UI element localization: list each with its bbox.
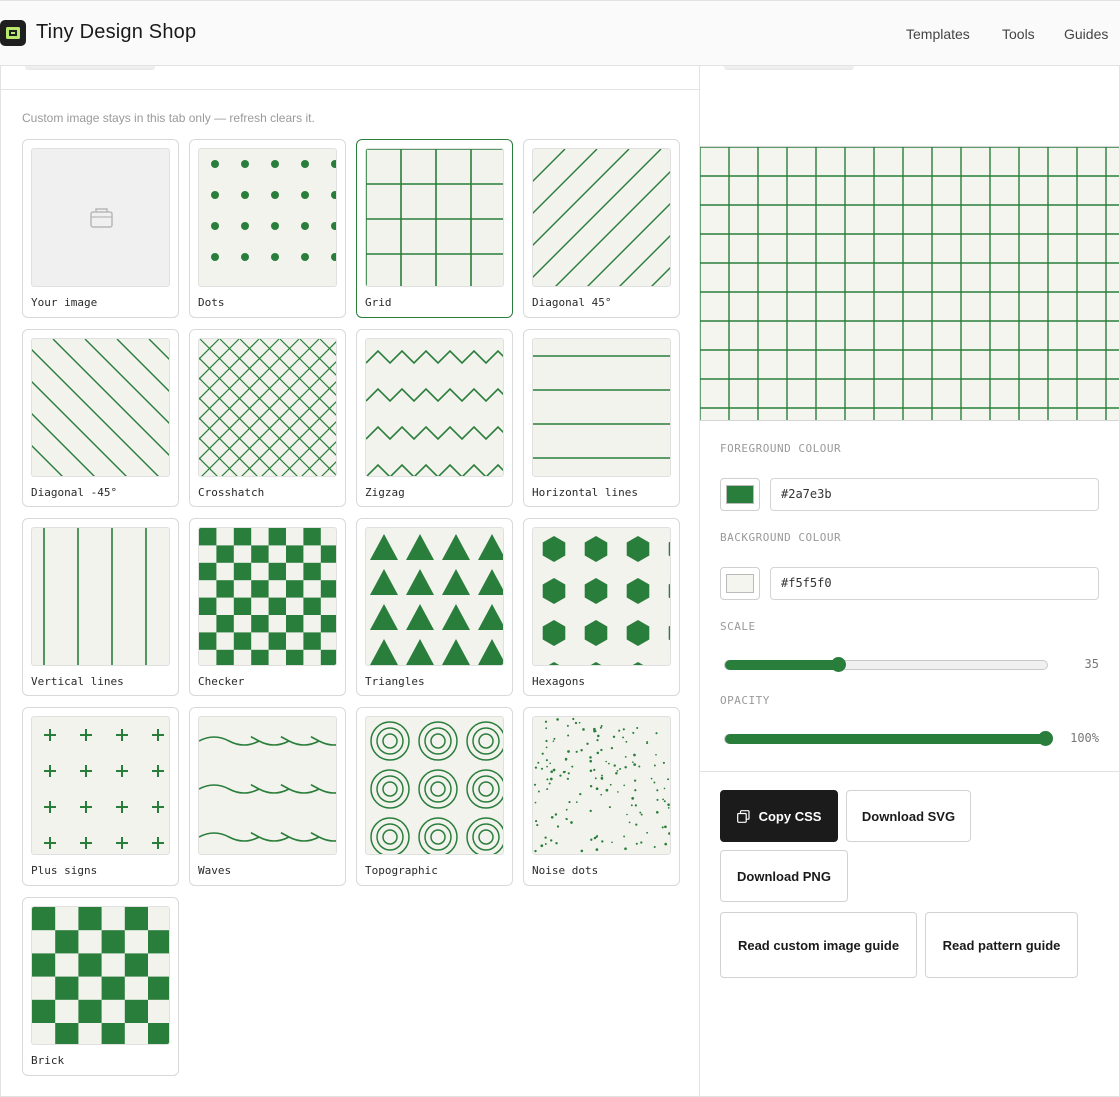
custom-image-guide-link[interactable]: Read custom image guide xyxy=(720,912,917,978)
thumb-crosshatch xyxy=(198,338,337,477)
pattern-tile-brick[interactable]: Brick xyxy=(22,897,179,1076)
download-png-button[interactable]: Download PNG xyxy=(720,850,848,902)
thumb-plus-signs xyxy=(31,716,170,855)
brand-name[interactable]: Tiny Design Shop xyxy=(36,21,196,44)
pattern-tile-diagonal-45[interactable]: Diagonal 45° xyxy=(523,139,680,318)
pattern-tile-topographic[interactable]: Topographic xyxy=(356,707,513,886)
pattern-tile-vertical-lines[interactable]: Vertical lines xyxy=(22,518,179,696)
pattern-tile-hexagons[interactable]: Hexagons xyxy=(523,518,680,696)
pattern-tile-grid[interactable]: Grid xyxy=(356,139,513,318)
download-svg-button[interactable]: Download SVG xyxy=(846,790,971,842)
thumb-your-image xyxy=(31,148,170,287)
thumb-horizontal-lines xyxy=(532,338,671,477)
pattern-label: Brick xyxy=(31,1054,65,1067)
thumb-zigzag xyxy=(365,338,504,477)
scrolled-heading-fragment xyxy=(25,66,155,70)
pattern-label: Vertical lines xyxy=(31,675,124,688)
opacity-label: OPACITY xyxy=(720,694,770,707)
scale-slider-thumb[interactable] xyxy=(831,657,846,672)
pattern-gallery: Custom image stays in this tab only — re… xyxy=(0,66,700,1097)
thumb-diagonal-45 xyxy=(532,148,671,287)
pattern-tile-horizontal-lines[interactable]: Horizontal lines xyxy=(523,329,680,507)
pattern-label: Crosshatch xyxy=(198,486,265,499)
thumb-dots xyxy=(198,148,337,287)
pattern-tile-plus-signs[interactable]: Plus signs xyxy=(22,707,179,886)
background-swatch[interactable] xyxy=(720,567,760,600)
thumb-hexagons xyxy=(532,527,671,666)
nav-guides[interactable]: Guides xyxy=(1064,26,1108,42)
pattern-label: Plus signs xyxy=(31,864,98,877)
top-bar: Tiny Design Shop Templates Tools Guides xyxy=(0,0,1120,66)
pattern-label: Checker xyxy=(198,675,245,688)
pattern-label: Dots xyxy=(198,296,225,309)
thumb-vertical-lines xyxy=(31,527,170,666)
foreground-label: FOREGROUND COLOUR xyxy=(720,442,842,455)
nav-tools[interactable]: Tools xyxy=(1002,26,1035,42)
scrolled-heading-fragment xyxy=(724,66,854,70)
pattern-label: Your image xyxy=(31,296,98,309)
pattern-tile-noise-dots[interactable]: Noise dots xyxy=(523,707,680,886)
nav-templates[interactable]: Templates xyxy=(906,26,970,42)
thumb-diagonal-neg45 xyxy=(31,338,170,477)
logo-icon[interactable] xyxy=(0,20,26,46)
pattern-preview xyxy=(700,146,1119,421)
pattern-tile-diagonal-neg45[interactable]: Diagonal -45° xyxy=(22,329,179,507)
image-placeholder-icon xyxy=(90,208,113,228)
pattern-tile-waves[interactable]: Waves xyxy=(189,707,346,886)
pattern-settings: FOREGROUND COLOUR #2a7e3b BACKGROUND COL… xyxy=(700,66,1120,1097)
pattern-label: Zigzag xyxy=(365,486,405,499)
copy-css-label: Copy CSS xyxy=(758,808,822,824)
pattern-tile-your-image[interactable]: Your image xyxy=(22,139,179,318)
pattern-label: Diagonal 45° xyxy=(532,296,612,309)
thumb-noise-dots xyxy=(532,716,671,855)
pattern-label: Triangles xyxy=(365,675,425,688)
pattern-label: Hexagons xyxy=(532,675,585,688)
copy-css-button[interactable]: Copy CSS xyxy=(720,790,838,842)
thumb-grid xyxy=(365,148,504,287)
copy-icon xyxy=(736,809,750,823)
pattern-label: Topographic xyxy=(365,864,438,877)
thumb-waves xyxy=(198,716,337,855)
scale-value: 35 xyxy=(1084,657,1099,671)
thumb-checker xyxy=(198,527,337,666)
thumb-brick xyxy=(31,906,170,1045)
scale-slider[interactable] xyxy=(724,657,1048,672)
opacity-slider-thumb[interactable] xyxy=(1038,731,1053,746)
pattern-tile-checker[interactable]: Checker xyxy=(189,518,346,696)
actions-divider xyxy=(700,771,1119,772)
opacity-value: 100% xyxy=(1070,731,1099,745)
scale-slider-fill xyxy=(725,660,838,670)
pattern-label: Waves xyxy=(198,864,232,877)
thumb-triangles xyxy=(365,527,504,666)
pattern-tile-dots[interactable]: Dots xyxy=(189,139,346,318)
pattern-tile-triangles[interactable]: Triangles xyxy=(356,518,513,696)
pattern-tile-crosshatch[interactable]: Crosshatch xyxy=(189,329,346,507)
pattern-guide-link[interactable]: Read pattern guide xyxy=(925,912,1078,978)
custom-image-hint: Custom image stays in this tab only — re… xyxy=(22,111,315,125)
thumb-topographic xyxy=(365,716,504,855)
scale-label: SCALE xyxy=(720,620,756,633)
foreground-hex-input[interactable]: #2a7e3b xyxy=(770,478,1099,511)
opacity-slider-fill xyxy=(725,734,1045,744)
pattern-label: Grid xyxy=(365,296,392,309)
pattern-label: Noise dots xyxy=(532,864,599,877)
pattern-tile-zigzag[interactable]: Zigzag xyxy=(356,329,513,507)
pattern-label: Horizontal lines xyxy=(532,486,638,499)
pattern-label: Diagonal -45° xyxy=(31,486,118,499)
foreground-swatch[interactable] xyxy=(720,478,760,511)
opacity-slider[interactable] xyxy=(724,731,1053,746)
background-hex-input[interactable]: #f5f5f0 xyxy=(770,567,1099,600)
background-label: BACKGROUND COLOUR xyxy=(720,531,842,544)
heading-divider xyxy=(1,89,699,90)
